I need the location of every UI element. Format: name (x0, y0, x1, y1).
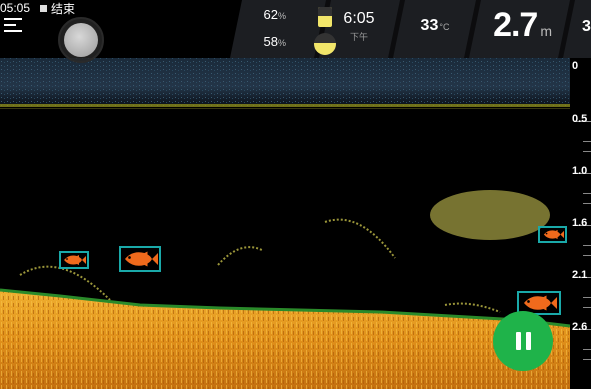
clock-time: 6:05 (343, 10, 375, 27)
phone-battery-row: 62% (256, 7, 286, 22)
depth-value: 2.7 (493, 6, 538, 44)
fish-marker[interactable] (119, 246, 161, 272)
battery-block: 62% 58% (256, 3, 336, 55)
next-panel-peek: 3 (582, 18, 591, 35)
thermocline-line (0, 104, 570, 107)
pause-button[interactable] (493, 311, 553, 371)
recording-status-label: 结束 (51, 1, 76, 16)
info-panel: 62% 58% 6:05 下午 33°C 2.7 m 3 (230, 0, 591, 58)
depth-tick-label: 2.1 (572, 269, 588, 281)
water-temperature-unit: °C (439, 22, 450, 32)
pause-icon (515, 332, 521, 350)
depth-tick-label: 0 (572, 60, 579, 72)
fish-icon (543, 229, 564, 240)
echo-cloud (430, 190, 550, 240)
depth-tick-label: 2.6 (572, 321, 588, 333)
hamburger-menu-icon[interactable] (4, 18, 22, 32)
depth-tick-label: 1.0 (572, 165, 588, 177)
fish-marker[interactable] (59, 251, 89, 269)
device-battery-value: 58 (263, 34, 278, 49)
clock-block: 6:05 下午 (334, 10, 384, 43)
clock-period: 下午 (349, 32, 368, 42)
record-circle-icon (64, 23, 98, 57)
water-temperature-value: 33 (420, 17, 439, 34)
status-clock: 05:05 (0, 1, 31, 15)
record-toggle-button[interactable] (58, 17, 104, 63)
depth-tick-label: 0.5 (572, 113, 588, 125)
device-battery-row: 58% (256, 34, 286, 49)
phone-battery-unit: % (277, 11, 286, 21)
sonar-device-battery-icon (314, 33, 336, 55)
device-battery-unit: % (277, 38, 286, 48)
fish-marker[interactable] (538, 226, 567, 243)
depth-scale: 0 0.5 1.0 1.6 2.1 2.6 (570, 58, 591, 389)
fish-icon (64, 255, 86, 265)
fish-icon (524, 295, 557, 311)
phone-battery-value: 62 (263, 7, 278, 22)
depth-readout: 2.7 m (482, 6, 552, 45)
water-temperature: 33°C (410, 17, 460, 35)
depth-tick-label: 1.6 (572, 217, 588, 229)
depth-unit: m (540, 23, 552, 39)
recording-indicator-icon (40, 4, 48, 12)
fish-icon (125, 251, 158, 267)
status-bar: 05:05 结束 (0, 0, 75, 16)
phone-battery-icon (318, 7, 332, 27)
